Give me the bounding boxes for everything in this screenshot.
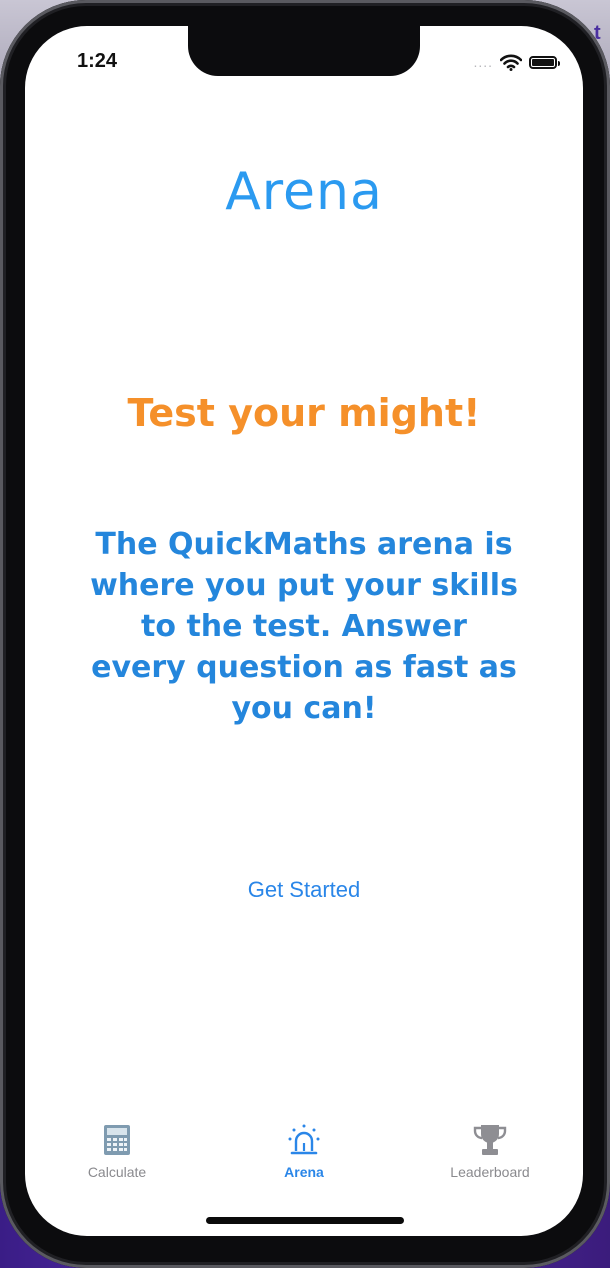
- home-indicator[interactable]: [206, 1217, 404, 1224]
- tab-label: Calculate: [87, 1164, 147, 1180]
- status-icons: ....: [473, 52, 560, 72]
- tab-bar: Calculate Arena Leaderboard: [25, 1116, 583, 1196]
- battery-icon: [529, 55, 560, 69]
- calculator-icon: [104, 1125, 130, 1155]
- trophy-icon: [473, 1125, 507, 1155]
- get-started-button[interactable]: Get Started: [25, 877, 583, 903]
- tab-arena[interactable]: Arena: [229, 1122, 379, 1180]
- battery-level: [532, 58, 554, 66]
- siren-icon: [288, 1124, 320, 1155]
- tab-label: Arena: [284, 1164, 324, 1180]
- tab-leaderboard[interactable]: Leaderboard: [415, 1122, 565, 1180]
- phone-screen: 1:24 .... Arena Test your might! The Qui…: [25, 26, 583, 1236]
- tab-label: Leaderboard: [450, 1164, 530, 1180]
- tab-calculate[interactable]: Calculate: [42, 1122, 192, 1180]
- signal-icon: ....: [473, 54, 493, 70]
- notch: [188, 26, 420, 76]
- phone-frame: 1:24 .... Arena Test your might! The Qui…: [0, 0, 610, 1268]
- status-time: 1:24: [77, 50, 118, 72]
- arena-description: The QuickMaths arena is where you put yo…: [90, 527, 518, 726]
- wifi-icon: [500, 54, 522, 71]
- page-title: Arena: [225, 162, 383, 222]
- headline: Test your might!: [127, 391, 481, 435]
